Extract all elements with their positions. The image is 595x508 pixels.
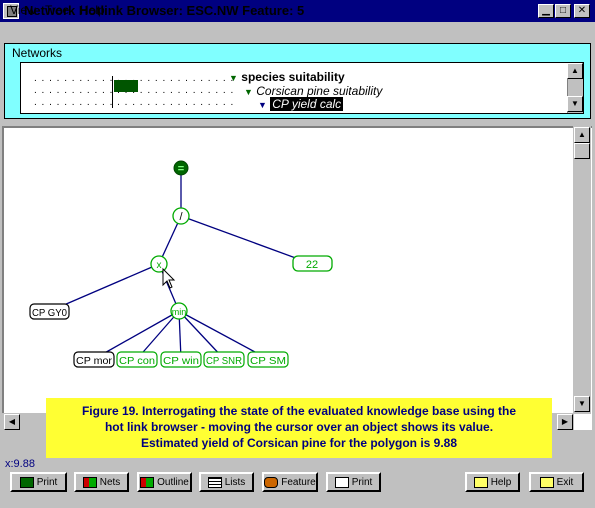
- outline-button[interactable]: Outline: [137, 472, 192, 492]
- print2-button[interactable]: Print: [326, 472, 381, 492]
- print-button[interactable]: Print: [10, 472, 67, 492]
- node-min[interactable]: min: [170, 302, 188, 320]
- lists-button[interactable]: Lists: [199, 472, 254, 492]
- canvas-vertical-scrollbar[interactable]: [573, 126, 591, 414]
- outline-icon: [140, 476, 155, 488]
- node-multiply-label: x: [157, 260, 162, 271]
- mouse-cursor-icon: [162, 267, 176, 289]
- node-gy-label: CP GY0: [32, 308, 67, 319]
- node-con-label: CP con: [119, 356, 155, 367]
- feature-button[interactable]: Feature: [262, 472, 318, 492]
- node-sm[interactable]: CP SM: [247, 351, 289, 368]
- exit-button[interactable]: Exit: [529, 472, 584, 492]
- help-button[interactable]: Help: [465, 472, 520, 492]
- node-min-label: min: [172, 307, 187, 317]
- node-mor[interactable]: CP mor: [73, 351, 115, 368]
- caption-line-2: hot link browser - moving the cursor ove…: [104, 420, 494, 434]
- node-snr[interactable]: CP SNR: [203, 351, 245, 368]
- node-root[interactable]: =: [173, 160, 189, 176]
- node-win-label: CP win: [163, 356, 199, 367]
- help-icon: [473, 476, 488, 488]
- edge-divide-const: [180, 215, 313, 265]
- node-mor-label: CP mor: [76, 356, 113, 367]
- print-icon: [19, 476, 34, 488]
- printer-icon: [334, 476, 349, 488]
- node-const-label: 22: [306, 259, 318, 271]
- caption-line-3: Estimated yield of Corsican pine for the…: [140, 436, 458, 450]
- scroll-thumb[interactable]: [574, 143, 590, 159]
- node-root-label: =: [178, 163, 184, 175]
- nets-icon: [82, 476, 97, 488]
- scroll-right-icon[interactable]: ▶: [557, 414, 573, 430]
- node-snr-label: CP SNR: [206, 356, 242, 367]
- node-gy[interactable]: CP GY0: [29, 303, 70, 320]
- lists-icon: [207, 476, 222, 488]
- coordinate-readout: x:9.88: [5, 458, 35, 470]
- scroll-up-icon[interactable]: ▲: [574, 127, 590, 143]
- figure-caption: Figure 19. Interrogating the state of th…: [46, 398, 552, 458]
- node-const[interactable]: 22: [292, 255, 333, 272]
- node-multiply[interactable]: x: [150, 255, 168, 273]
- node-con[interactable]: CP con: [116, 351, 158, 368]
- caption-line-1: Figure 19. Interrogating the state of th…: [81, 404, 517, 418]
- node-divide[interactable]: /: [172, 207, 190, 225]
- feature-icon: [264, 476, 279, 488]
- node-sm-label: CP SM: [250, 356, 286, 367]
- graph-edges: [49, 168, 313, 360]
- node-win[interactable]: CP win: [160, 351, 202, 368]
- nets-button[interactable]: Nets: [74, 472, 129, 492]
- exit-icon: [539, 476, 554, 488]
- scroll-left-icon[interactable]: ◀: [4, 414, 20, 430]
- scroll-down-icon[interactable]: ▼: [574, 396, 590, 412]
